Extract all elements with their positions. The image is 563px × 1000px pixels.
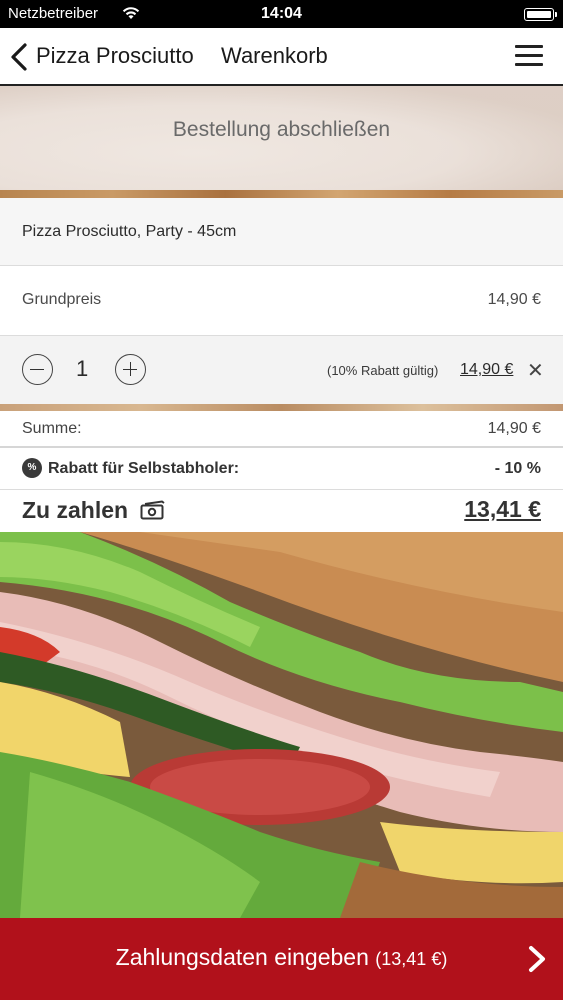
minus-icon[interactable] [22, 354, 53, 385]
discount-label: Rabatt für Selbstabholer: [48, 460, 240, 477]
chevron-right-icon [529, 946, 545, 972]
enter-payment-label-group: Zahlungsdaten eingeben (13,41 €) [0, 944, 563, 971]
line-price: 14,90 € [460, 361, 514, 378]
discount-row: % Rabatt für Selbstabholer: - 10 % [0, 448, 563, 490]
page-title: Warenkorb [221, 43, 328, 68]
sum-row: Summe: 14,90 € [0, 411, 563, 448]
banner-image-edge [0, 190, 563, 198]
enter-payment-amount: (13,41 €) [375, 949, 448, 969]
base-price-label: Grundpreis [22, 291, 102, 308]
close-icon[interactable]: ✕ [527, 358, 544, 383]
discount-note: (10% Rabatt gültig) [327, 363, 439, 378]
clock: 14:04 [261, 5, 302, 22]
menu-icon[interactable] [515, 45, 543, 67]
sandwich-illustration [0, 532, 563, 918]
food-photo [0, 532, 563, 918]
money-icon [140, 500, 165, 520]
product-row: Pizza Prosciutto, Party - 45cm [0, 198, 563, 266]
sum-value: 14,90 € [487, 420, 541, 437]
plus-icon[interactable] [115, 354, 146, 385]
navigation-bar: Pizza Prosciutto Warenkorb [0, 28, 563, 86]
section-heading: Bestellung abschließen [172, 118, 391, 141]
divider-image-strip [0, 404, 563, 411]
total-label: Zu zahlen [22, 497, 129, 523]
product-name: Pizza Prosciutto, Party - 45cm [22, 223, 237, 240]
sum-label: Summe: [22, 420, 82, 437]
total-row: Zu zahlen 13,41 € [0, 490, 563, 532]
header-banner: Bestellung abschließen [0, 86, 563, 198]
battery-icon [524, 8, 557, 21]
back-chevron-icon[interactable] [8, 42, 34, 72]
status-bar: Netzbetreiber 14:04 [0, 0, 563, 28]
enter-payment-button[interactable]: Zahlungsdaten eingeben (13,41 €) [0, 918, 563, 1000]
back-button-label[interactable]: Pizza Prosciutto [36, 43, 194, 69]
total-value: 13,41 € [464, 496, 541, 522]
quantity-row: 1 (10% Rabatt gültig) 14,90 € ✕ [0, 336, 563, 404]
base-price-row: Grundpreis 14,90 € [0, 266, 563, 336]
base-price-value: 14,90 € [487, 291, 541, 308]
discount-badge-icon: % [22, 458, 42, 478]
quantity-value: 1 [76, 356, 89, 381]
enter-payment-label: Zahlungsdaten eingeben [115, 944, 369, 970]
discount-value: - 10 % [494, 460, 541, 477]
